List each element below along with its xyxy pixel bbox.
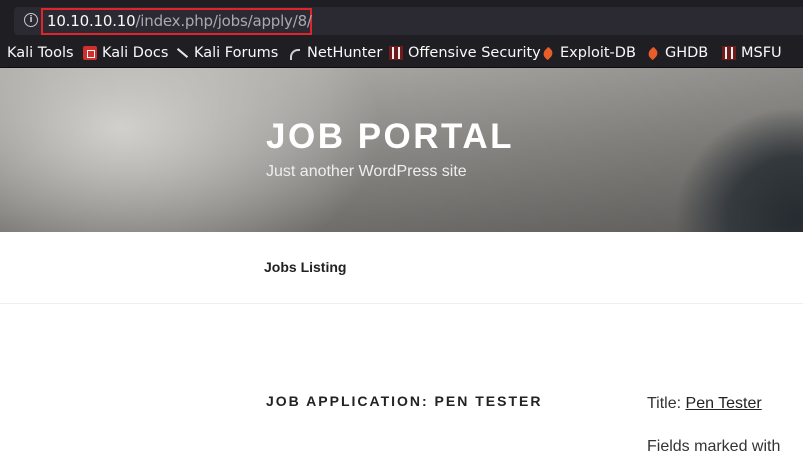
job-title-link[interactable]: Pen Tester [686,395,762,412]
bookmark-label: GHDB [665,45,709,61]
url-host: 10.10.10.10 [47,12,136,30]
kali-forums-icon [175,46,189,60]
bookmark-label: Kali Forums [194,45,279,61]
bookmark-label: Offensive Security [408,45,541,61]
entry-title: JOB APPLICATION: PEN TESTER [266,393,543,409]
ghdb-icon [646,46,660,60]
site-title[interactable]: JOB PORTAL [266,117,514,157]
bookmark-label: Exploit-DB [560,45,636,61]
bookmark-label: Kali Docs [102,45,169,61]
site-navigation [0,232,803,304]
kali-docs-icon [83,46,97,60]
bookmark-label: NetHunter [307,45,383,61]
fields-note: Fields marked with [647,438,781,455]
info-icon[interactable]: i [24,13,38,27]
nav-jobs-listing[interactable]: Jobs Listing [264,259,346,275]
browser-toolbar: i 10.10.10.10/index.php/jobs/apply/8/ [0,0,803,38]
bookmark-exploit-db[interactable]: Exploit-DB [541,44,636,62]
bookmark-msfu[interactable]: MSFU [722,44,782,62]
sidebar-job-title: Title: Pen Tester [647,395,762,413]
offensive-security-icon [389,46,403,60]
nethunter-icon [288,46,302,60]
bookmark-ghdb[interactable]: GHDB [646,44,708,62]
bookmark-offensive-security[interactable]: Offensive Security [389,44,541,62]
bookmark-kali-docs[interactable]: Kali Docs [83,44,168,62]
bookmark-label: Kali Tools [7,45,74,61]
site-description: Just another WordPress site [266,163,467,180]
title-label: Title: [647,395,682,412]
bookmark-nethunter[interactable]: NetHunter [288,44,382,62]
bookmarks-bar: Kali Tools Kali Docs Kali Forums NetHunt… [0,38,803,68]
msfu-icon [722,46,736,60]
bookmark-kali-tools[interactable]: Kali Tools [7,44,74,62]
exploit-db-icon [541,46,555,60]
bookmark-label: MSFU [741,45,782,61]
url-path: /index.php/jobs/apply/8/ [135,12,312,30]
url-text[interactable]: 10.10.10.10/index.php/jobs/apply/8/ [47,12,312,30]
bookmark-kali-forums[interactable]: Kali Forums [175,44,278,62]
